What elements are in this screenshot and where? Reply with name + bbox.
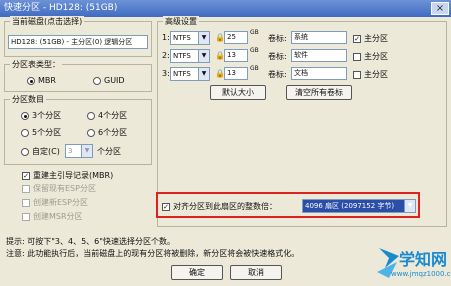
radio-dot-icon bbox=[21, 147, 29, 156]
create-esp-checkbox[interactable]: 创建新ESP分区 bbox=[22, 197, 88, 208]
watermark-name: 学知网 bbox=[399, 250, 448, 269]
chevron-down-icon: ▼ bbox=[198, 32, 209, 44]
radio-guid[interactable]: GUID bbox=[93, 76, 125, 85]
partition-count-group: 分区数目 3个分区 4个分区 5个分区 6个分区 自定(C) 3 ▼ 个分区 bbox=[4, 94, 152, 165]
radio-dot-icon bbox=[87, 128, 95, 137]
row-index: 3: bbox=[162, 69, 170, 78]
radio-5-partitions[interactable]: 5个分区 bbox=[21, 127, 61, 138]
radio-custom[interactable]: 自定(C) bbox=[21, 146, 60, 157]
tip-line-2: 注意: 此功能执行后，当前磁盘上的现有分区将被删除，新分区将会被快速格式化。 bbox=[6, 249, 300, 258]
primary-checkbox-2[interactable]: 主分区 bbox=[353, 51, 388, 62]
custom-count-select[interactable]: 3 ▼ bbox=[65, 144, 93, 158]
checkbox-icon bbox=[353, 70, 361, 79]
volume-label-caption: 卷标: bbox=[268, 52, 287, 61]
tip-line-1: 提示: 可按下"3、4、5、6"快速选择分区个数。 bbox=[6, 237, 175, 246]
chevron-down-icon: ▼ bbox=[81, 145, 92, 157]
disk-group-title: 当前磁盘(点击选择) bbox=[10, 16, 85, 27]
size-unit: GB bbox=[250, 47, 259, 54]
radio-dot-icon bbox=[87, 111, 95, 120]
row-index: 1: bbox=[162, 33, 170, 42]
volume-label-input-2[interactable]: 软件 bbox=[291, 49, 347, 62]
fs-select-1[interactable]: NTFS ▼ bbox=[170, 31, 210, 45]
check-icon: ✓ bbox=[162, 202, 170, 211]
radio-dot-icon bbox=[21, 128, 29, 137]
primary-checkbox-1[interactable]: ✓ 主分区 bbox=[353, 33, 388, 44]
size-input-2[interactable]: 13 bbox=[224, 49, 248, 62]
size-unit: GB bbox=[250, 29, 259, 36]
custom-count-unit: 个分区 bbox=[97, 147, 121, 156]
keep-esp-checkbox[interactable]: 保留现有ESP分区 bbox=[22, 183, 96, 194]
row-index: 2: bbox=[162, 51, 170, 60]
close-icon[interactable]: × bbox=[431, 2, 449, 15]
title-bar: 快速分区 - HD128: (51GB) × bbox=[0, 0, 451, 17]
checkbox-icon bbox=[22, 198, 30, 207]
disk-select[interactable]: HD128: (51GB) - 主分区(0) 逻辑分区 bbox=[8, 35, 148, 49]
partition-count-title: 分区数目 bbox=[10, 94, 46, 105]
clear-labels-button[interactable]: 清空所有卷标 bbox=[286, 85, 352, 100]
chevron-down-icon: ▼ bbox=[404, 200, 415, 212]
check-icon: ✓ bbox=[353, 34, 361, 43]
volume-label-input-1[interactable]: 系统 bbox=[291, 31, 347, 44]
checkbox-icon bbox=[353, 52, 361, 61]
fs-select-3[interactable]: NTFS ▼ bbox=[170, 67, 210, 81]
window-title: 快速分区 - HD128: (51GB) bbox=[4, 3, 118, 13]
radio-dot-icon bbox=[93, 76, 101, 85]
size-input-3[interactable]: 13 bbox=[224, 67, 248, 80]
chevron-down-icon: ▼ bbox=[198, 68, 209, 80]
size-unit: GB bbox=[250, 65, 259, 72]
default-size-button[interactable]: 默认大小 bbox=[210, 85, 266, 100]
radio-dot-icon bbox=[21, 111, 29, 120]
radio-4-partitions[interactable]: 4个分区 bbox=[87, 110, 127, 121]
chevron-down-icon: ▼ bbox=[198, 50, 209, 62]
volume-label-caption: 卷标: bbox=[268, 34, 287, 43]
watermark-logo: 学知网 www.jmqz1000.com bbox=[375, 242, 451, 286]
radio-6-partitions[interactable]: 6个分区 bbox=[87, 127, 127, 138]
advanced-title: 高级设置 bbox=[163, 16, 199, 27]
checkbox-icon bbox=[22, 184, 30, 193]
radio-dot-icon bbox=[27, 76, 35, 85]
align-select[interactable]: 4096 扇区 (2097152 字节) ▼ bbox=[302, 199, 416, 213]
ok-button[interactable]: 确定 bbox=[171, 265, 223, 280]
volume-label-caption: 卷标: bbox=[268, 70, 287, 79]
rebuild-mbr-checkbox[interactable]: ✓ 重建主引导记录(MBR) bbox=[22, 170, 113, 181]
disk-group: 当前磁盘(点击选择) HD128: (51GB) - 主分区(0) 逻辑分区 bbox=[4, 16, 152, 57]
align-checkbox[interactable]: ✓ 对齐分区到此扇区的整数倍： bbox=[162, 201, 277, 212]
check-icon: ✓ bbox=[22, 171, 30, 180]
radio-3-partitions[interactable]: 3个分区 bbox=[21, 110, 61, 121]
volume-label-input-3[interactable]: 文档 bbox=[291, 67, 347, 80]
watermark-url: www.jmqz1000.com bbox=[391, 270, 451, 278]
size-input-1[interactable]: 25 bbox=[224, 31, 248, 44]
radio-mbr[interactable]: MBR bbox=[27, 76, 56, 85]
checkbox-icon bbox=[22, 212, 30, 221]
table-type-title: 分区表类型： bbox=[10, 59, 62, 70]
cancel-button[interactable]: 取消 bbox=[230, 265, 282, 280]
primary-checkbox-3[interactable]: 主分区 bbox=[353, 69, 388, 80]
fs-select-2[interactable]: NTFS ▼ bbox=[170, 49, 210, 63]
table-type-group: 分区表类型： MBR GUID bbox=[4, 59, 152, 92]
create-msr-checkbox[interactable]: 创建MSR分区 bbox=[22, 211, 83, 222]
